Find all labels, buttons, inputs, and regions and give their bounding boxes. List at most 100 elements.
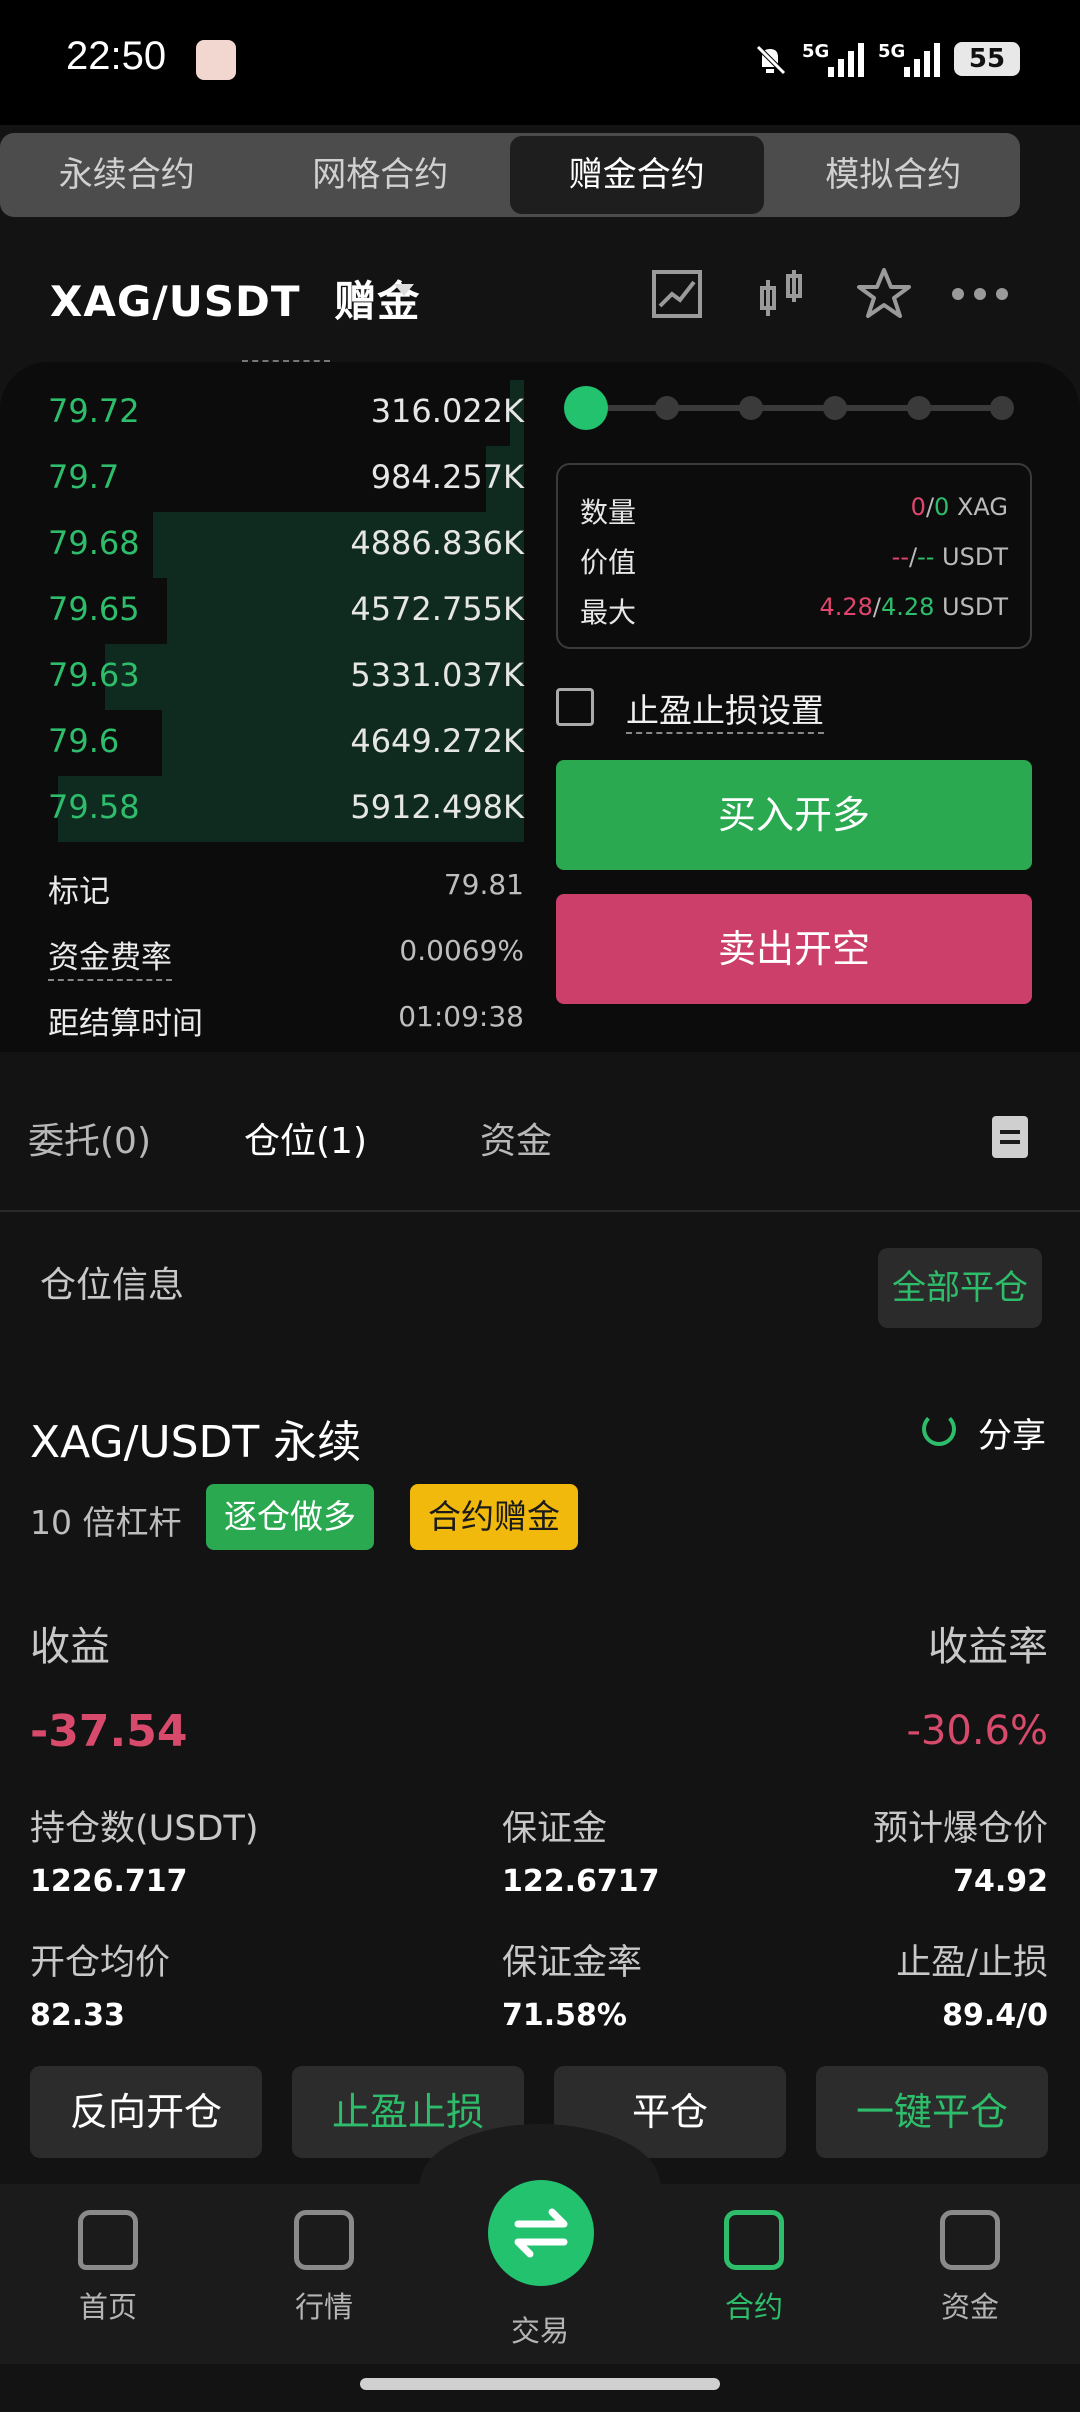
star-icon[interactable] bbox=[856, 266, 912, 322]
nav-market[interactable]: 行情 bbox=[264, 2210, 384, 2326]
divider bbox=[0, 1210, 1080, 1212]
tab-assets[interactable]: 资金 bbox=[480, 1112, 552, 1164]
ask-size: 4572.755K bbox=[350, 590, 524, 628]
slider-node[interactable] bbox=[907, 396, 931, 420]
nav-contract-label: 合约 bbox=[724, 2290, 783, 2324]
nav-trade[interactable] bbox=[488, 2180, 594, 2286]
home-indicator bbox=[360, 2378, 720, 2390]
nav-contract[interactable]: 合约 bbox=[694, 2210, 814, 2326]
margin-label: 保证金 bbox=[502, 1809, 608, 1849]
slider-node[interactable] bbox=[655, 396, 679, 420]
order-info-box: 数量 0/0 XAG 价值 --/-- USDT 最大 4.28/4.28 US… bbox=[556, 463, 1032, 649]
settle-time-row: 距结算时间 01:09:38 bbox=[48, 990, 524, 1050]
tab-positions[interactable]: 仓位(1) bbox=[244, 1112, 367, 1164]
settle-label: 距结算时间 bbox=[48, 1006, 203, 1042]
nav-assets[interactable]: 资金 bbox=[910, 2210, 1030, 2326]
status-time: 22:50 bbox=[66, 34, 167, 78]
close-all-button[interactable]: 全部平仓 bbox=[878, 1248, 1042, 1328]
funding-label: 资金费率 bbox=[48, 932, 172, 981]
ask-price: 79.72 bbox=[48, 392, 140, 430]
avatar bbox=[196, 40, 236, 80]
qty-label: 数量 bbox=[580, 496, 637, 529]
nav-assets-label: 资金 bbox=[940, 2290, 999, 2324]
ask-size: 984.257K bbox=[370, 458, 524, 496]
qty-row: 数量 0/0 XAG bbox=[580, 483, 1008, 533]
orderbook-row[interactable]: 79.6 4649.272K bbox=[48, 710, 524, 776]
leverage-label: 10 倍杠杆 bbox=[30, 1503, 182, 1542]
network-label: 5G bbox=[878, 41, 906, 62]
share-icon[interactable] bbox=[922, 1412, 956, 1446]
signal-icon: 5G bbox=[878, 41, 940, 77]
orderbook-divider bbox=[242, 360, 330, 362]
position-pair: XAG/USDT 永续 bbox=[30, 1417, 362, 1468]
liq-price-value: 74.92 bbox=[953, 1864, 1048, 1899]
bonus-badge: 合约赠金 bbox=[410, 1484, 578, 1550]
margin-value: 122.6717 bbox=[502, 1864, 660, 1899]
network-label: 5G bbox=[802, 41, 830, 62]
tab-grid[interactable]: 网格合约 bbox=[254, 133, 508, 217]
chart-icon[interactable] bbox=[650, 266, 706, 322]
value-row: 价值 --/-- USDT bbox=[580, 533, 1008, 583]
funding-value: 0.0069% bbox=[399, 934, 524, 967]
battery-icon: 55 bbox=[954, 42, 1020, 76]
signal-icon: 5G bbox=[802, 41, 864, 77]
more-icon[interactable] bbox=[950, 266, 1008, 322]
one-click-close-button[interactable]: 一键平仓 bbox=[816, 2066, 1048, 2158]
ask-price: 79.7 bbox=[48, 458, 120, 496]
entry-price-value: 82.33 bbox=[30, 1998, 125, 2033]
qty-value: 0/0 XAG bbox=[910, 493, 1008, 521]
market-icon bbox=[294, 2210, 354, 2270]
mark-label: 标记 bbox=[48, 874, 110, 910]
pair-name: XAG/USDT bbox=[50, 277, 301, 326]
pnl-label: 收益 bbox=[30, 1624, 110, 1670]
orderbook-row[interactable]: 79.72 316.022K bbox=[48, 380, 524, 446]
ask-size: 316.022K bbox=[370, 392, 524, 430]
orderbook-row[interactable]: 79.65 4572.755K bbox=[48, 578, 524, 644]
sell-short-button[interactable]: 卖出开空 bbox=[556, 894, 1032, 1004]
tab-bonus[interactable]: 赠金合约 bbox=[510, 136, 764, 214]
orderbook-row[interactable]: 79.63 5331.037K bbox=[48, 644, 524, 710]
ask-size: 4886.836K bbox=[350, 524, 524, 562]
tab-perpetual[interactable]: 永续合约 bbox=[0, 133, 254, 217]
tab-demo[interactable]: 模拟合约 bbox=[767, 133, 1021, 217]
slider-node[interactable] bbox=[823, 396, 847, 420]
ask-price: 79.6 bbox=[48, 722, 120, 760]
margin-ratio-value: 71.58% bbox=[502, 1998, 627, 2033]
nav-home-label: 首页 bbox=[78, 2290, 137, 2324]
pnl-value: -37.54 bbox=[30, 1706, 188, 1757]
value-value: --/-- USDT bbox=[891, 543, 1008, 571]
roe-value: -30.6% bbox=[906, 1708, 1048, 1754]
ask-price: 79.58 bbox=[48, 788, 140, 826]
candlestick-icon[interactable] bbox=[756, 266, 812, 322]
ask-size: 5912.498K bbox=[350, 788, 524, 826]
isolated-long-badge: 逐仓做多 bbox=[206, 1484, 374, 1550]
chevron-down-icon[interactable] bbox=[394, 284, 414, 296]
share-button[interactable]: 分享 bbox=[978, 1408, 1046, 1457]
tab-orders[interactable]: 委托(0) bbox=[28, 1112, 151, 1164]
swap-icon bbox=[514, 2208, 568, 2258]
reverse-open-button[interactable]: 反向开仓 bbox=[30, 2066, 262, 2158]
document-icon[interactable] bbox=[992, 1116, 1028, 1158]
slider-node[interactable] bbox=[990, 396, 1014, 420]
tpsl-label: 止盈/止损 bbox=[896, 1943, 1048, 1983]
home-icon bbox=[78, 2210, 138, 2270]
mute-bell-icon bbox=[752, 41, 788, 77]
nav-home[interactable]: 首页 bbox=[48, 2210, 168, 2326]
ask-size: 5331.037K bbox=[350, 656, 524, 694]
settle-value: 01:09:38 bbox=[398, 1000, 524, 1033]
contract-icon bbox=[724, 2210, 784, 2270]
value-label: 价值 bbox=[580, 546, 637, 579]
funding-rate-row[interactable]: 资金费率 0.0069% bbox=[48, 924, 524, 984]
orderbook-row[interactable]: 79.58 5912.498K bbox=[48, 776, 524, 842]
buy-long-button[interactable]: 买入开多 bbox=[556, 760, 1032, 870]
max-row: 最大 4.28/4.28 USDT bbox=[580, 583, 1008, 633]
nav-market-label: 行情 bbox=[294, 2290, 353, 2324]
orderbook-row[interactable]: 79.7 984.257K bbox=[48, 446, 524, 512]
slider-handle[interactable] bbox=[564, 386, 608, 430]
slider-node[interactable] bbox=[739, 396, 763, 420]
orderbook-row[interactable]: 79.68 4886.836K bbox=[48, 512, 524, 578]
leverage-slider[interactable] bbox=[584, 405, 1004, 411]
pair-selector[interactable]: XAG/USDT 赠金 bbox=[50, 268, 420, 329]
tpsl-settings-label[interactable]: 止盈止损设置 bbox=[626, 684, 824, 734]
tpsl-checkbox[interactable] bbox=[556, 688, 594, 726]
